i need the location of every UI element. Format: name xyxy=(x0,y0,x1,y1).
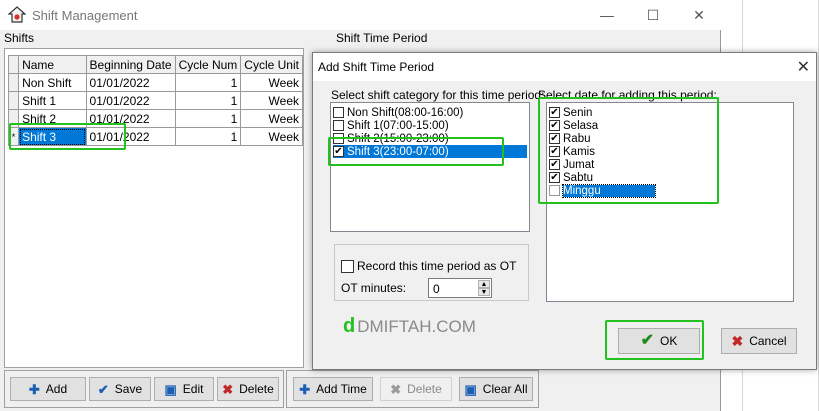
save-label: Save xyxy=(114,382,143,396)
category-item[interactable]: Shift 1(07:00-15:00) xyxy=(333,119,449,132)
watermark-logo-letter: d xyxy=(343,315,356,337)
minimize-icon[interactable]: — xyxy=(584,0,630,30)
edit-label: Edit xyxy=(182,382,204,396)
close-icon[interactable]: ✕ xyxy=(676,0,722,30)
spin-down-icon[interactable]: ▼ xyxy=(478,288,490,296)
table-row[interactable]: Shift 1 01/01/2022 1 Week xyxy=(7,91,303,110)
x-icon: ✖ xyxy=(222,381,234,397)
plus-icon: ✚ xyxy=(299,381,311,397)
cancel-label: Cancel xyxy=(749,334,787,348)
cell-name[interactable]: Non Shift xyxy=(18,73,87,92)
shift-time-period-label: Shift Time Period xyxy=(336,31,428,45)
column-header-name[interactable]: Name xyxy=(18,55,87,74)
title-bar: Shift Management — ☐ ✕ xyxy=(0,0,721,30)
category-label: Select shift category for this time peri… xyxy=(331,88,545,102)
watermark-text: DMIFTAH.COM xyxy=(357,316,476,336)
cell-date[interactable]: 01/01/2022 xyxy=(85,91,176,110)
cell-num[interactable]: 1 xyxy=(174,73,242,92)
dialog-title: Add Shift Time Period xyxy=(318,60,435,74)
row-indicator[interactable] xyxy=(7,91,20,110)
cell-num[interactable]: 1 xyxy=(174,109,242,128)
highlight-box-category xyxy=(328,137,504,166)
save-button[interactable]: ✔ Save xyxy=(89,377,151,401)
row-indicator[interactable] xyxy=(7,73,20,92)
clear-all-button[interactable]: ▣ Clear All xyxy=(459,377,533,401)
app-icon xyxy=(7,6,27,24)
dialog-title-bar: Add Shift Time Period ✕ xyxy=(313,53,816,81)
cell-unit[interactable]: Week xyxy=(240,91,303,110)
cell-name[interactable]: Shift 1 xyxy=(18,91,87,110)
delete-time-button[interactable]: ✖ Delete xyxy=(380,377,452,401)
add-time-label: Add Time xyxy=(316,382,367,396)
shifts-section-label: Shifts xyxy=(4,31,35,45)
category-listbox[interactable]: Non Shift(08:00-16:00) Shift 1(07:00-15:… xyxy=(330,102,530,232)
x-icon: ✖ xyxy=(390,381,402,397)
record-ot-checkbox[interactable]: Record this time period as OT xyxy=(341,259,516,273)
delete-time-label: Delete xyxy=(407,382,442,396)
checkbox[interactable] xyxy=(341,259,354,273)
cell-unit[interactable]: Week xyxy=(240,127,303,146)
checkmark-icon: ✔ xyxy=(97,381,109,397)
window-title: Shift Management xyxy=(32,8,138,23)
ot-minutes-spinner[interactable]: 0 ▲ ▼ xyxy=(428,278,492,298)
cell-date[interactable]: 01/01/2022 xyxy=(85,73,176,92)
cell-num[interactable]: 1 xyxy=(174,91,242,110)
ot-minutes-label: OT minutes: xyxy=(341,281,407,295)
maximize-icon[interactable]: ☐ xyxy=(630,0,676,30)
clear-all-label: Clear All xyxy=(482,382,528,396)
add-time-button[interactable]: ✚ Add Time xyxy=(293,377,373,401)
add-button[interactable]: ✚ Add xyxy=(10,377,86,401)
dialog-close-icon[interactable]: ✕ xyxy=(797,57,810,77)
checkbox[interactable] xyxy=(333,107,344,118)
column-header-cycle-num[interactable]: Cycle Num xyxy=(174,55,242,74)
spin-up-icon[interactable]: ▲ xyxy=(478,280,490,288)
x-icon: ✖ xyxy=(731,333,744,349)
highlight-box-ok xyxy=(605,320,704,360)
delete-button[interactable]: ✖ Delete xyxy=(217,377,279,401)
highlight-box-shift3 xyxy=(9,123,126,150)
ot-minutes-value[interactable]: 0 xyxy=(433,282,440,296)
add-shift-time-period-dialog: Add Shift Time Period ✕ Select shift cat… xyxy=(312,52,817,370)
shifts-grid: Name Beginning Date Cycle Num Cycle Unit… xyxy=(4,48,304,368)
category-item[interactable]: Non Shift(08:00-16:00) xyxy=(333,106,463,119)
row-header-corner xyxy=(7,55,20,74)
clear-icon: ▣ xyxy=(464,381,477,397)
cell-num[interactable]: 1 xyxy=(174,127,242,146)
column-header-cycle-unit[interactable]: Cycle Unit xyxy=(240,55,303,74)
delete-label: Delete xyxy=(239,382,274,396)
column-header-beginning-date[interactable]: Beginning Date xyxy=(85,55,176,74)
watermark: d DMIFTAH.COM xyxy=(343,315,476,338)
cell-unit[interactable]: Week xyxy=(240,73,303,92)
add-label: Add xyxy=(45,382,68,396)
cell-unit[interactable]: Week xyxy=(240,109,303,128)
highlight-box-days xyxy=(538,97,719,204)
edit-button[interactable]: ▣ Edit xyxy=(154,377,214,401)
table-row[interactable]: Non Shift 01/01/2022 1 Week xyxy=(7,73,303,92)
checkbox[interactable] xyxy=(333,120,344,131)
cancel-button[interactable]: ✖ Cancel xyxy=(721,328,797,354)
plus-icon: ✚ xyxy=(28,381,40,397)
edit-icon: ▣ xyxy=(164,381,177,397)
